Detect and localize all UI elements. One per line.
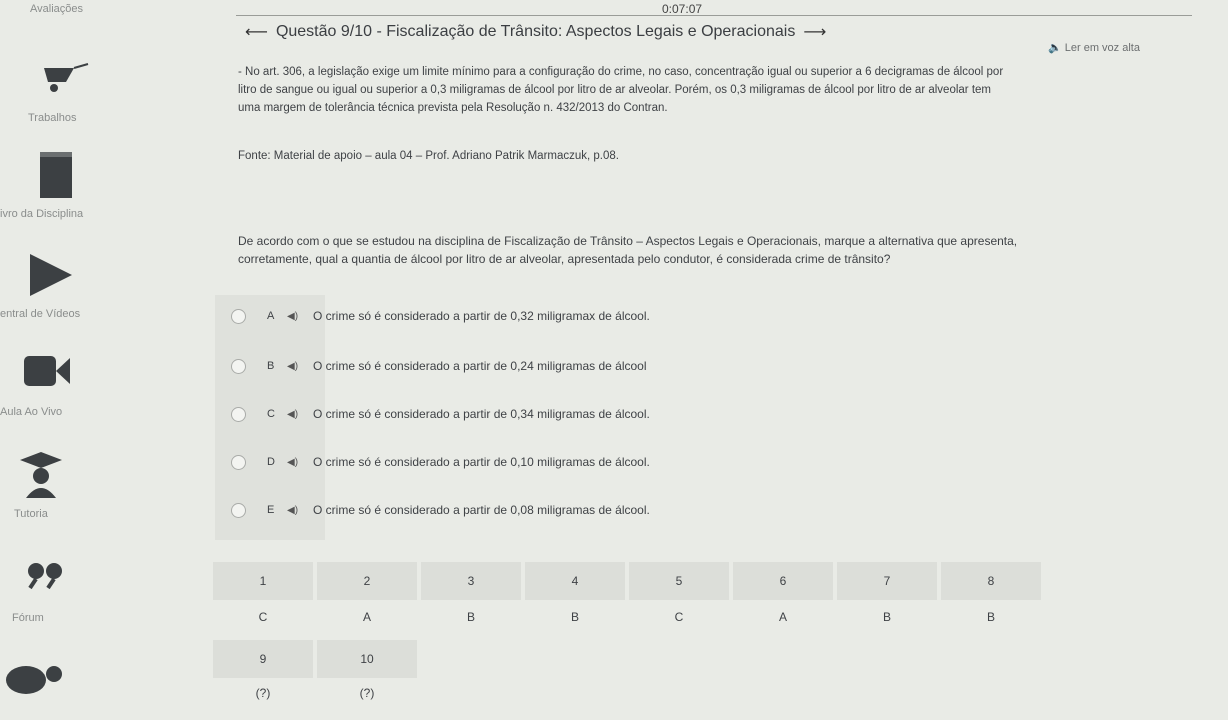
question-number-3[interactable]: 3 (421, 562, 521, 600)
divider (236, 15, 1192, 16)
option-letter: B (267, 360, 275, 372)
answer-4: B (570, 610, 579, 624)
video-camera-icon[interactable] (22, 350, 72, 390)
option-a[interactable]: A ◀) O crime só é considerado a partir d… (231, 306, 650, 326)
question-line: corretamente, qual a quantia de álcool p… (238, 252, 891, 266)
answer-5: C (674, 610, 684, 624)
page-title: Questão 9/10 - Fiscalização de Trânsito:… (275, 23, 796, 40)
question-text: De acordo com o que se estudou na discip… (238, 232, 1208, 268)
speaker-icon[interactable]: ◀) (287, 409, 298, 420)
radio-button[interactable] (231, 308, 246, 324)
option-b[interactable]: B ◀) O crime só é considerado a partir d… (231, 356, 647, 376)
option-letter: A (267, 310, 275, 322)
option-text[interactable]: O crime só é considerado a partir de 0,3… (313, 309, 650, 323)
option-text[interactable]: O crime só é considerado a partir de 0,2… (313, 359, 647, 373)
question-number-5[interactable]: 5 (629, 562, 729, 600)
sidebar-item-aula[interactable]: Aula Ao Vivo (0, 406, 62, 418)
para-line: - No art. 306, a legislação exige um lim… (238, 66, 1004, 78)
play-icon[interactable] (28, 252, 74, 298)
wheelbarrow-icon[interactable] (42, 62, 92, 94)
answer-6: A (778, 610, 787, 624)
option-d[interactable]: D ◀) O crime só é considerado a partir d… (231, 452, 650, 472)
sidebar-item-forum[interactable]: Fórum (12, 612, 44, 624)
option-c[interactable]: C ◀) O crime só é considerado a partir d… (231, 404, 650, 424)
question-number-8[interactable]: 8 (941, 562, 1041, 600)
radio-button[interactable] (231, 502, 246, 518)
timer: 0:07:07 (662, 2, 703, 16)
radio-button[interactable] (231, 358, 246, 374)
chat-icon[interactable] (4, 660, 64, 700)
option-letter: D (267, 456, 275, 468)
option-letter: C (267, 408, 275, 420)
question-header: ⟵ Questão 9/10 - Fiscalização de Trânsit… (245, 22, 826, 42)
answer-1: C (258, 610, 268, 624)
sidebar-item-videos[interactable]: entral de Vídeos (0, 308, 80, 320)
quote-icon[interactable] (26, 560, 66, 590)
question-number-6[interactable]: 6 (733, 562, 833, 600)
option-text[interactable]: O crime só é considerado a partir de 0,3… (313, 407, 650, 421)
speaker-icon[interactable]: ◀) (287, 311, 298, 322)
question-number-4[interactable]: 4 (525, 562, 625, 600)
option-text[interactable]: O crime só é considerado a partir de 0,0… (313, 503, 650, 517)
read-aloud-label: Ler em voz alta (1064, 42, 1140, 54)
answer-7: B (882, 610, 891, 624)
question-number-1[interactable]: 1 (213, 562, 313, 600)
question-line: De acordo com o que se estudou na discip… (238, 234, 1018, 248)
book-icon[interactable] (38, 150, 74, 200)
arrow-left-icon[interactable]: ⟵ (245, 22, 268, 42)
read-aloud-button[interactable]: 🔈 Ler em voz alta (1048, 41, 1140, 54)
sidebar-item-tutoria[interactable]: Tutoria (14, 508, 48, 520)
arrow-right-icon[interactable]: ⟶ (803, 22, 826, 42)
speaker-icon[interactable]: ◀) (287, 505, 298, 516)
answer-2: A (362, 610, 371, 624)
answer-10: (?) (359, 686, 375, 700)
sidebar-item-trabalhos[interactable]: Trabalhos (28, 112, 77, 124)
question-number-2[interactable]: 2 (317, 562, 417, 600)
answer-3: B (466, 610, 475, 624)
graduate-icon[interactable] (16, 448, 66, 498)
radio-button[interactable] (231, 454, 246, 470)
answer-9: (?) (255, 686, 271, 700)
option-letter: E (267, 504, 275, 516)
sidebar-item-livro[interactable]: ivro da Disciplina (0, 208, 83, 220)
para-line: uma margem de tolerância técnica previst… (238, 102, 668, 114)
speaker-icon[interactable]: ◀) (287, 457, 298, 468)
source-line: Fonte: Material de apoio – aula 04 – Pro… (238, 150, 619, 162)
sidebar: Avaliações Trabalhos ivro da Disciplina … (0, 0, 215, 720)
sidebar-item-avaliacoes[interactable]: Avaliações (30, 3, 83, 15)
option-e[interactable]: E ◀) O crime só é considerado a partir d… (231, 500, 650, 520)
question-number-10[interactable]: 10 (317, 640, 417, 678)
quiz-page: 0:07:07 Avaliações Trabalhos ivro da Dis… (0, 0, 1228, 720)
option-text[interactable]: O crime só é considerado a partir de 0,1… (313, 455, 650, 469)
answer-8: B (986, 610, 995, 624)
radio-button[interactable] (231, 406, 246, 422)
question-number-9[interactable]: 9 (213, 640, 313, 678)
speaker-icon: 🔈 (1048, 42, 1062, 54)
source-text: Fonte: Material de apoio – aula 04 – Pro… (238, 150, 1208, 162)
para-line: litro de sangue ou igual ou superior a 0… (238, 84, 991, 96)
speaker-icon[interactable]: ◀) (287, 361, 298, 372)
context-paragraph: - No art. 306, a legislação exige um lim… (238, 63, 1208, 117)
question-number-7[interactable]: 7 (837, 562, 937, 600)
